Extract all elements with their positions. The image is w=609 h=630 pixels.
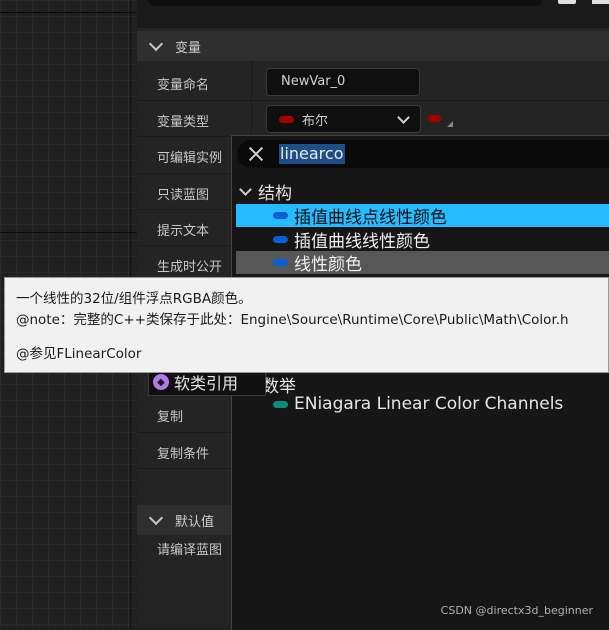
tooltip-line: @note：完整的C++类保存于此处：Engine\Source\Runtime…: [16, 312, 569, 328]
struct-type-icon: [273, 212, 288, 219]
chevron-down-icon: [397, 111, 410, 124]
viewport-divider: [0, 12, 137, 13]
replication-label: 复制: [157, 410, 184, 425]
details-search-input[interactable]: [148, 0, 542, 6]
dropdown-corner-icon: [447, 121, 453, 127]
chevron-down-icon: [148, 36, 164, 52]
toolbar-button[interactable]: [592, 0, 609, 4]
tooltip-line: @参见FLinearColor: [16, 346, 142, 362]
instance-editable-label: 可编辑实例: [157, 151, 223, 166]
type-option-label: ENiagara Linear Color Channels: [294, 394, 564, 414]
pin-type-icon: [279, 115, 294, 123]
viewport-divider: [0, 232, 137, 233]
type-option[interactable]: 插值曲线点线性颜色: [236, 204, 609, 228]
close-icon[interactable]: [247, 145, 265, 163]
expose-on-spawn-label: 生成时公开: [157, 260, 223, 275]
struct-type-icon: [273, 236, 288, 243]
type-option[interactable]: 插值曲线线性颜色: [236, 228, 609, 252]
type-option[interactable]: ENiagara Linear Color Channels: [236, 393, 609, 415]
variable-type-label: 变量类型: [157, 115, 210, 130]
tooltip-line: 一个线性的32位/组件浮点RGBA颜色。: [16, 291, 252, 307]
variable-name-input[interactable]: NewVar_0: [266, 68, 420, 96]
enum-type-icon: [273, 400, 288, 408]
compile-hint-text: 请编译蓝图: [157, 543, 223, 558]
type-option[interactable]: 线性颜色: [236, 251, 609, 275]
type-search-value: linearco: [279, 144, 345, 164]
variable-type-select[interactable]: 布尔: [266, 105, 421, 133]
type-option-label: 插值曲线线性颜色: [294, 232, 430, 252]
type-option-label: 插值曲线点线性颜色: [294, 208, 447, 228]
type-search-input[interactable]: linearco: [237, 140, 609, 168]
section-title: 变量: [175, 40, 202, 56]
variable-type-value: 布尔: [302, 113, 329, 129]
replication-condition-label: 复制条件: [157, 447, 210, 462]
section-title: 默认值: [175, 514, 215, 530]
variables-section-header[interactable]: 变量: [137, 31, 609, 61]
variable-name-label: 变量命名: [157, 78, 210, 93]
container-type-icon[interactable]: [428, 115, 441, 122]
watermark: CSDN @directx3d_beginner: [440, 604, 593, 617]
category-label: 结构: [258, 183, 292, 204]
category-structure[interactable]: 结构: [237, 180, 292, 204]
type-tooltip: 一个线性的32位/组件浮点RGBA颜色。 @note：完整的C++类保存于此处：…: [4, 277, 609, 373]
type-option-label: 线性颜色: [294, 255, 362, 275]
tooltip-text-label: 提示文本: [157, 224, 210, 239]
toolbar-button[interactable]: [558, 0, 576, 4]
struct-type-icon: [273, 259, 288, 266]
class-icon: ◆: [153, 374, 169, 390]
row-divider: [137, 100, 609, 101]
chevron-down-icon: [148, 510, 164, 526]
chevron-down-icon: [239, 182, 252, 196]
soft-class-label: 软类引用: [174, 374, 239, 393]
blueprint-readonly-label: 只读蓝图: [157, 188, 210, 203]
